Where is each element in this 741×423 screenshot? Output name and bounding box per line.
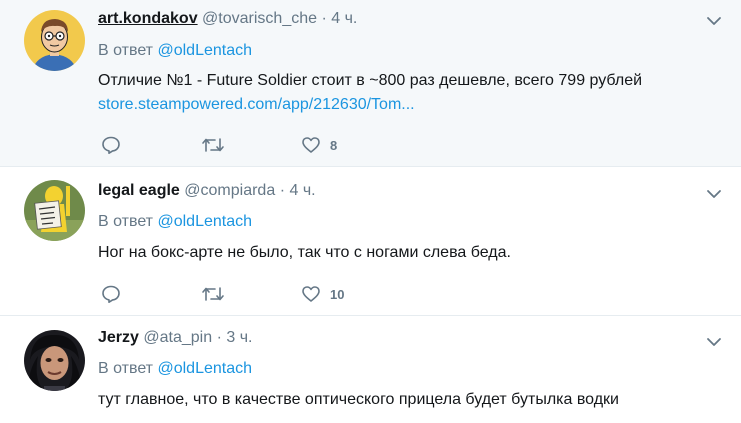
more-menu-button[interactable] <box>705 185 723 203</box>
timestamp[interactable]: 3 ч. <box>226 329 252 346</box>
tweet-body: Отличие №1 - Future Soldier стоит в ~800… <box>98 72 643 89</box>
timestamp[interactable]: 4 ч. <box>289 182 315 199</box>
retweet-button[interactable] <box>201 133 225 157</box>
like-count: 8 <box>330 137 338 153</box>
user-name[interactable]: Jerzy <box>98 329 139 346</box>
user-handle[interactable]: @compiarda <box>184 182 275 199</box>
reply-prefix: В ответ <box>98 42 154 59</box>
reply-icon <box>102 285 120 303</box>
tweet-text: тут главное, что в качестве оптического … <box>98 388 619 412</box>
separator-dot: · <box>321 10 327 27</box>
tweet-text: Отличие №1 - Future Soldier стоит в ~800… <box>98 69 642 117</box>
tweet-header: legal eagle @compiarda · 4 ч. <box>98 181 316 201</box>
separator-dot: · <box>279 182 286 199</box>
reply-icon <box>102 136 120 154</box>
user-name[interactable]: legal eagle <box>98 182 180 199</box>
retweet-button[interactable] <box>201 282 225 306</box>
timestamp[interactable]: 4 ч. <box>331 10 357 27</box>
reply-prefix: В ответ <box>98 213 154 230</box>
user-handle[interactable]: @tovarisch_che <box>202 10 317 27</box>
like-button[interactable]: 8 <box>301 133 337 157</box>
reply-context: В ответ @oldLentach <box>98 212 252 232</box>
reply-mention[interactable]: @oldLentach <box>157 360 252 377</box>
reply-feed: art.kondakov @tovarisch_che · 4 ч. В отв… <box>0 0 741 423</box>
tweet[interactable]: art.kondakov @tovarisch_che · 4 ч. В отв… <box>0 0 741 167</box>
like-button[interactable]: 10 <box>301 282 344 306</box>
chevron-down-icon <box>707 338 721 346</box>
tweet-actions: 8 <box>98 133 498 157</box>
avatar[interactable] <box>24 180 85 241</box>
tweet-body: Ног на бокс-арте не было, так что с нога… <box>98 244 511 261</box>
retweet-icon <box>202 138 224 152</box>
tweet-actions: 10 <box>98 282 498 306</box>
avatar[interactable] <box>24 330 85 391</box>
user-name[interactable]: art.kondakov <box>98 10 198 27</box>
tweet[interactable]: legal eagle @compiarda · 4 ч. В ответ @o… <box>0 167 741 316</box>
user-handle[interactable]: @ata_pin <box>143 329 212 346</box>
reply-context: В ответ @oldLentach <box>98 41 252 61</box>
more-menu-button[interactable] <box>705 12 723 30</box>
tweet-header: Jerzy @ata_pin · 3 ч. <box>98 328 252 348</box>
reply-context: В ответ @oldLentach <box>98 359 252 379</box>
reply-mention[interactable]: @oldLentach <box>157 42 252 59</box>
chevron-down-icon <box>707 17 721 25</box>
avatar[interactable] <box>24 10 85 71</box>
more-menu-button[interactable] <box>705 333 723 351</box>
like-count: 10 <box>330 286 345 302</box>
heart-icon <box>302 137 320 153</box>
heart-icon <box>302 286 320 302</box>
retweet-icon <box>202 287 224 301</box>
tweet-link[interactable]: store.steampowered.com/app/212630/Tom... <box>98 93 642 117</box>
tweet-text: Ног на бокс-арте не было, так что с нога… <box>98 241 511 265</box>
reply-prefix: В ответ <box>98 360 154 377</box>
tweet-body: тут главное, что в качестве оптического … <box>98 391 619 408</box>
reply-mention[interactable]: @oldLentach <box>157 213 252 230</box>
separator-dot: · <box>216 329 222 346</box>
reply-button[interactable] <box>101 282 121 306</box>
tweet[interactable]: Jerzy @ata_pin · 3 ч. В ответ @oldLentac… <box>0 316 741 423</box>
reply-button[interactable] <box>101 133 121 157</box>
chevron-down-icon <box>707 190 721 198</box>
tweet-header: art.kondakov @tovarisch_che · 4 ч. <box>98 9 357 29</box>
